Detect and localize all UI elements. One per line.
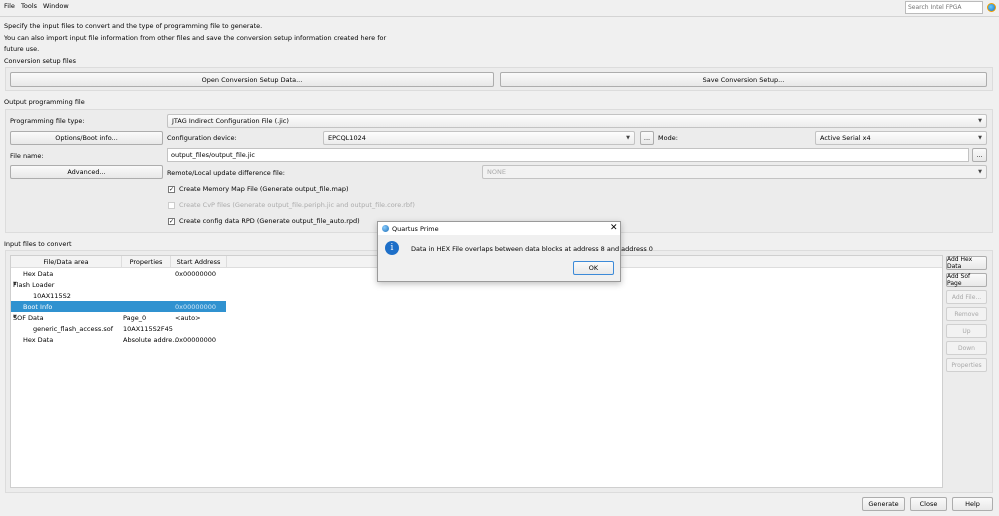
chevron-down-icon: ▼ bbox=[978, 118, 982, 124]
properties-cell: Page_0 bbox=[123, 314, 147, 322]
remove-button[interactable]: Remove bbox=[946, 307, 987, 321]
label: Create config data RPD (Generate output_… bbox=[179, 217, 360, 225]
chevron-down-icon: ▼ bbox=[978, 169, 982, 175]
intro-line: Specify the input files to convert and t… bbox=[4, 22, 263, 30]
chevron-down-icon: ▼ bbox=[978, 135, 982, 141]
intro-line: You can also import input file informati… bbox=[4, 34, 387, 42]
chevron-down-icon: ▼ bbox=[626, 135, 630, 141]
table-row[interactable]: ▼ SOF Data Page_0 <auto> bbox=[11, 312, 226, 323]
device-browse-button[interactable]: ... bbox=[640, 131, 654, 145]
file-name-cell: Hex Data bbox=[23, 336, 54, 344]
help-button[interactable]: Help bbox=[952, 497, 993, 511]
open-conversion-setup-button[interactable]: Open Conversion Setup Data... bbox=[10, 72, 494, 87]
search-input[interactable] bbox=[905, 1, 983, 14]
add-sof-page-button[interactable]: Add Sof Page bbox=[946, 273, 987, 287]
divider bbox=[0, 16, 999, 17]
column-header[interactable]: File/Data area bbox=[11, 256, 122, 268]
file-name-cell: Flash Loader bbox=[13, 281, 55, 289]
start-address-cell: <auto> bbox=[175, 314, 201, 322]
table-row[interactable]: generic_flash_access.sof 10AX115S2F45 bbox=[11, 323, 226, 334]
generate-button[interactable]: Generate bbox=[862, 497, 905, 511]
label: Create CvP files (Generate output_file.p… bbox=[179, 201, 415, 209]
close-button[interactable]: Close bbox=[910, 497, 947, 511]
up-button[interactable]: Up bbox=[946, 324, 987, 338]
label: Create Memory Map File (Generate output_… bbox=[179, 185, 349, 193]
start-address-cell: 0x00000000 bbox=[175, 336, 217, 344]
add-file-button[interactable]: Add File... bbox=[946, 290, 987, 304]
mode-select[interactable]: Active Serial x4 ▼ bbox=[815, 131, 987, 145]
properties-button[interactable]: Properties bbox=[946, 358, 987, 372]
file-name-cell: Boot Info bbox=[23, 303, 53, 311]
dialog-title: Quartus Prime bbox=[392, 225, 439, 233]
table-row[interactable]: ▼ Flash Loader bbox=[11, 279, 226, 290]
table-row[interactable]: 10AX115S2 bbox=[11, 290, 226, 301]
remote-update-select[interactable]: NONE ▼ bbox=[482, 165, 987, 179]
menu-window[interactable]: Window bbox=[43, 2, 69, 10]
configuration-device-select[interactable]: EPCQL1024 ▼ bbox=[323, 131, 635, 145]
advanced-button[interactable]: Advanced... bbox=[10, 165, 163, 179]
menu-file[interactable]: File bbox=[4, 2, 15, 10]
start-address-cell: 0x00000000 bbox=[175, 270, 217, 278]
create-cvp-checkbox[interactable]: Create CvP files (Generate output_file.p… bbox=[168, 201, 415, 209]
file-name-cell: Hex Data bbox=[23, 270, 54, 278]
properties-cell: Absolute addre... bbox=[123, 336, 179, 344]
message-dialog: Quartus Prime ✕ i Data in HEX File overl… bbox=[377, 221, 653, 282]
options-boot-info-button[interactable]: Options/Boot info... bbox=[10, 131, 163, 145]
checkmark-icon: ✓ bbox=[168, 185, 175, 193]
column-header[interactable]: Properties bbox=[122, 256, 171, 268]
section-title: Input files to convert bbox=[4, 240, 72, 248]
column-header[interactable]: Start Address bbox=[171, 256, 227, 268]
globe-icon[interactable] bbox=[987, 3, 996, 12]
value: NONE bbox=[487, 168, 506, 176]
menu-tools[interactable]: Tools bbox=[21, 2, 37, 10]
table-row[interactable]: Hex Data Absolute addre... 0x00000000 bbox=[11, 334, 226, 345]
checkbox-icon bbox=[168, 201, 175, 209]
ok-button[interactable]: OK bbox=[573, 261, 614, 275]
file-name-cell: generic_flash_access.sof bbox=[33, 325, 113, 333]
add-hex-data-button[interactable]: Add Hex Data bbox=[946, 256, 987, 270]
remote-update-label: Remote/Local update difference file: bbox=[167, 169, 285, 177]
value: EPCQL1024 bbox=[328, 134, 366, 142]
properties-cell: 10AX115S2F45 bbox=[123, 325, 173, 333]
section-title: Conversion setup files bbox=[4, 57, 77, 65]
file-name-cell: 10AX115S2 bbox=[33, 292, 71, 300]
programming-file-type-label: Programming file type: bbox=[10, 117, 85, 125]
file-browse-button[interactable]: ... bbox=[972, 148, 987, 162]
info-icon: i bbox=[385, 241, 399, 255]
checkmark-icon: ✓ bbox=[168, 217, 175, 225]
dialog-message: Data in HEX File overlaps between data b… bbox=[411, 245, 653, 253]
close-icon[interactable]: ✕ bbox=[610, 223, 618, 233]
file-name-input[interactable]: output_files/output_file.jic bbox=[167, 148, 969, 162]
programming-file-type-select[interactable]: JTAG Indirect Configuration File (.jic) ▼ bbox=[167, 114, 987, 128]
table-row[interactable]: Hex Data 0x00000000 bbox=[11, 268, 226, 279]
intro-line: future use. bbox=[4, 45, 40, 53]
value: JTAG Indirect Configuration File (.jic) bbox=[172, 117, 289, 125]
mode-label: Mode: bbox=[658, 134, 678, 142]
save-conversion-setup-button[interactable]: Save Conversion Setup... bbox=[500, 72, 987, 87]
file-name-label: File name: bbox=[10, 152, 44, 160]
down-button[interactable]: Down bbox=[946, 341, 987, 355]
configuration-device-label: Configuration device: bbox=[167, 134, 237, 142]
create-memory-map-checkbox[interactable]: ✓ Create Memory Map File (Generate output… bbox=[168, 185, 348, 193]
file-name-cell: SOF Data bbox=[13, 314, 44, 322]
start-address-cell: 0x00000000 bbox=[175, 303, 217, 311]
quartus-logo-icon bbox=[382, 225, 389, 232]
table-row[interactable]: Boot Info 0x00000000 bbox=[11, 301, 226, 312]
value: Active Serial x4 bbox=[820, 134, 871, 142]
section-title: Output programming file bbox=[4, 98, 85, 106]
create-rpd-checkbox[interactable]: ✓ Create config data RPD (Generate output… bbox=[168, 217, 360, 225]
